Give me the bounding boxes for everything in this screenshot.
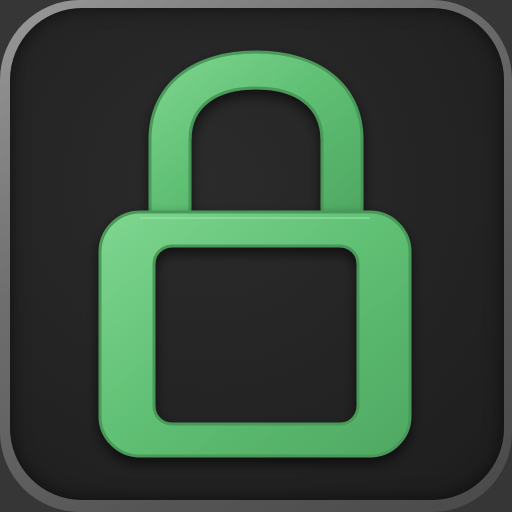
lock-shackle [148,50,364,214]
padlock-icon [98,50,412,458]
app-icon-canvas [0,0,512,512]
lock-body [98,210,412,458]
